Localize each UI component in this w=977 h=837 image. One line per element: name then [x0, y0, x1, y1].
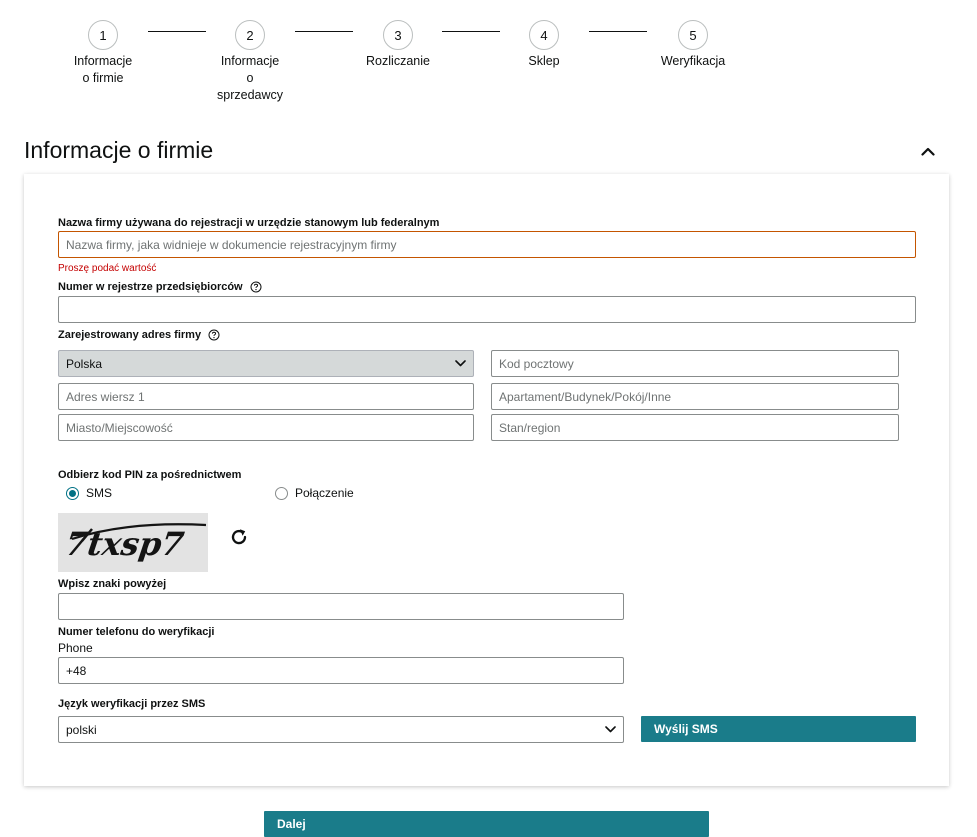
country-select-value: Polska	[66, 356, 103, 371]
sms-language-select[interactable]: polski	[58, 716, 624, 743]
refresh-icon	[231, 529, 247, 545]
step-1-number: 1	[88, 20, 118, 50]
address-label-text: Zarejestrowany adres firmy	[58, 329, 202, 341]
radio-call[interactable]	[275, 486, 288, 500]
help-icon[interactable]	[250, 281, 262, 293]
registry-number-input[interactable]	[58, 296, 916, 323]
step-2-label: Informacje o sprzedawcy	[217, 54, 283, 102]
sms-language-label: Język weryfikacji przez SMS	[58, 698, 206, 710]
next-button[interactable]: Dalej	[264, 811, 709, 837]
phone-label: Numer telefonu do weryfikacji	[58, 626, 215, 638]
pin-option-call-label: Połączenie	[295, 486, 354, 500]
company-info-card: Nazwa firmy używana do rejestracji w urz…	[24, 174, 949, 786]
step-4-number: 4	[529, 20, 559, 50]
city-input[interactable]: Miasto/Miejscowość	[58, 414, 474, 441]
step-2-number: 2	[235, 20, 265, 50]
refresh-captcha-button[interactable]	[227, 525, 251, 549]
step-5-number: 5	[678, 20, 708, 50]
step-4-label: Sklep	[528, 54, 560, 68]
radio-sms[interactable]	[66, 486, 79, 500]
step-4: 4 Sklep	[489, 20, 599, 70]
send-sms-button[interactable]: Wyślij SMS	[641, 716, 916, 742]
address-line1-input[interactable]: Adres wiersz 1	[58, 383, 474, 410]
step-5-label: Weryfikacja	[660, 54, 726, 68]
phone-sub-label: Phone	[58, 641, 93, 655]
pin-method-label: Odbierz kod PIN za pośrednictwem	[58, 469, 242, 481]
registry-number-label: Numer w rejestrze przedsiębiorców	[58, 281, 262, 293]
phone-input[interactable]: +48	[58, 657, 624, 684]
captcha-input[interactable]	[58, 593, 624, 620]
step-5: 5 Weryfikacja	[638, 20, 748, 70]
captcha-image: 7txsp7	[58, 513, 208, 572]
step-1-label: Informacje o firmie	[73, 54, 133, 85]
captcha-input-label: Wpisz znaki powyżej	[58, 578, 167, 590]
country-select[interactable]: Polska	[58, 350, 474, 377]
step-3: 3 Rozliczanie	[343, 20, 453, 70]
chevron-down-icon	[455, 360, 466, 367]
state-input[interactable]: Stan/region	[491, 414, 899, 441]
section-title: Informacje o firmie	[24, 137, 214, 163]
address-line2-input[interactable]: Apartament/Budynek/Pokój/Inne	[491, 383, 899, 410]
pin-option-call[interactable]: Połączenie	[275, 486, 354, 500]
sms-language-value: polski	[66, 722, 97, 737]
help-icon[interactable]	[208, 329, 220, 341]
registry-number-label-text: Numer w rejestrze przedsiębiorców	[58, 281, 243, 293]
step-2: 2 Informacje o sprzedawcy	[195, 20, 305, 104]
chevron-up-icon	[921, 147, 935, 156]
postal-code-input[interactable]: Kod pocztowy	[491, 350, 899, 377]
captcha-text: 7txsp7	[63, 525, 186, 563]
company-name-label: Nazwa firmy używana do rejestracji w urz…	[58, 217, 440, 229]
address-label: Zarejestrowany adres firmy	[58, 329, 220, 341]
step-3-number: 3	[383, 20, 413, 50]
company-name-error: Proszę podać wartość	[58, 263, 157, 274]
chevron-down-icon	[605, 726, 616, 733]
collapse-section-button[interactable]	[913, 138, 943, 164]
pin-option-sms-label: SMS	[86, 486, 113, 500]
pin-option-sms[interactable]: SMS	[66, 486, 112, 500]
company-name-input[interactable]: Nazwa firmy, jaka widnieje w dokumencie …	[58, 231, 916, 258]
step-1: 1 Informacje o firmie	[48, 20, 158, 87]
step-3-label: Rozliczanie	[366, 54, 430, 68]
